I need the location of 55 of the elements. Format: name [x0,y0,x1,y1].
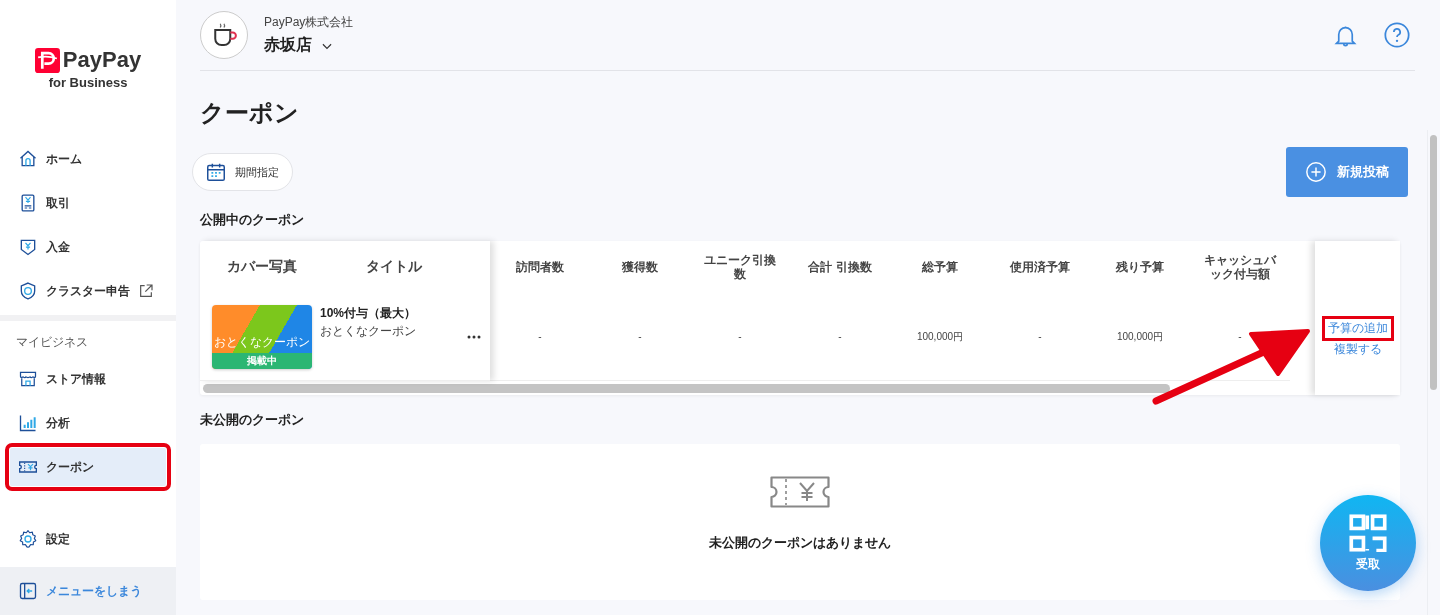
nav-item[interactable]: ホーム [10,140,166,178]
storefront-icon [18,369,38,389]
sidebar-collapse-icon [18,581,38,601]
section-heading: 公開中のクーポン [200,211,305,229]
coupon-cover-image: おとくなクーポン 掲載中 [212,304,312,369]
company-name: PayPay株式会社 [264,14,354,31]
nav-item[interactable]: 設定 [10,520,166,558]
column-header: 獲得数 [622,260,658,274]
table-cell: - [490,293,590,381]
nav-item[interactable]: クラスター申告 [10,272,166,310]
column-header: カバー写真 [226,258,298,276]
action-link[interactable]: 複製する [1331,341,1384,358]
section-heading: 未公開のクーポン [200,411,305,429]
nav-item[interactable]: 取引 [10,184,166,222]
empty-message: 未公開のクーポンはありません [709,534,891,552]
nav-item[interactable]: 分析 [10,404,166,442]
table-cell: - [790,293,890,381]
coupon-subtitle: おとくなクーポン [320,323,417,340]
nav-item[interactable]: ストア情報 [10,360,166,398]
column-header: 訪問者数 [516,260,564,274]
shield-icon [18,281,38,301]
page-title: クーポン [200,98,300,128]
column-header: タイトル [365,258,423,276]
horizontal-scrollbar[interactable] [203,384,1170,393]
bar-chart-icon [18,413,38,433]
plus-circle-icon [1305,161,1327,183]
table-cell: 100,000円 [890,293,990,381]
yen-shield-icon [18,237,38,257]
table-cell: - [590,293,690,381]
table-cell: - [690,293,790,381]
vertical-scrollbar[interactable] [1427,130,1440,615]
qr-code-icon [1349,513,1387,552]
column-header: 使用済予算 [1010,260,1070,274]
brand-tagline: for Business [48,75,128,90]
table-cell: 100,000円 [1090,293,1190,381]
settings-icon [18,529,38,549]
external-link-icon [138,283,154,299]
more-icon [466,333,482,340]
help-icon [1383,21,1411,49]
house-icon [18,149,38,169]
column-header: キャッシュバック付与額 [1203,253,1277,281]
calendar-icon [205,161,227,183]
column-header: 合計 引換数 [808,260,872,274]
section-label: マイビジネス [15,334,89,351]
date-range-button[interactable]: 期間指定 [192,153,293,191]
nav-item[interactable]: 入金 [10,228,166,266]
column-header: ユニーク引換数 [703,253,777,281]
column-header: 総予算 [922,260,958,274]
logo-mark-icon [34,47,60,73]
column-header: 残り予算 [1116,260,1164,274]
coupon-title: 10%付与（最大） [320,305,418,322]
brand-name: PayPay [62,47,142,73]
ticket-icon [770,476,830,508]
table-cell: - [990,293,1090,381]
store-selector[interactable]: 赤坂店 [264,35,354,56]
